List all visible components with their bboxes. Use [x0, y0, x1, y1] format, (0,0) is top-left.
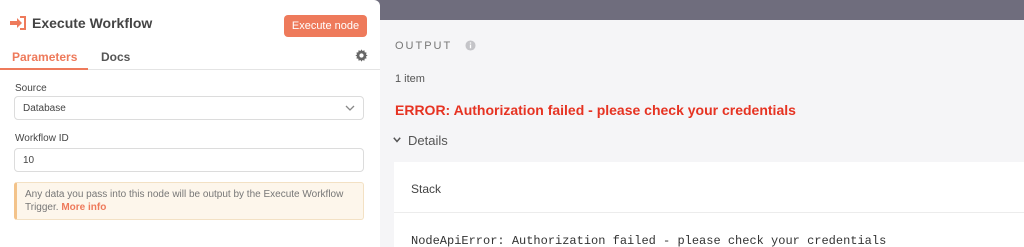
chevron-down-icon [345, 105, 355, 111]
active-tab-indicator [0, 68, 88, 70]
source-label: Source [15, 83, 47, 94]
more-info-link[interactable]: More info [61, 202, 106, 213]
divider [394, 212, 1024, 213]
info-circle-icon[interactable] [465, 40, 476, 51]
caret-down-icon [393, 137, 401, 143]
stack-title: Stack [411, 182, 442, 196]
info-notice: Any data you pass into this node will be… [14, 182, 364, 220]
tab-bar: Parameters Docs [0, 46, 380, 70]
source-value: Database [23, 103, 66, 114]
item-count: 1 item [395, 73, 425, 85]
error-message: ERROR: Authorization failed - please che… [395, 102, 796, 118]
output-title: OUTPUT [395, 40, 453, 52]
parameters-panel: Execute Workflow Execute node Parameters… [0, 0, 380, 247]
tab-parameters[interactable]: Parameters [12, 50, 77, 64]
stack-trace-text: NodeApiError: Authorization failed - ple… [411, 234, 887, 247]
execute-node-button[interactable]: Execute node [284, 15, 367, 37]
node-title: Execute Workflow [32, 15, 153, 31]
output-panel: OUTPUT 1 item ERROR: Authorization faile… [380, 20, 1024, 247]
stack-card: Stack NodeApiError: Authorization failed… [394, 162, 1024, 247]
workflow-id-label: Workflow ID [15, 133, 69, 144]
gear-icon[interactable] [355, 49, 368, 62]
details-label: Details [408, 133, 448, 148]
source-select[interactable]: Database [14, 96, 364, 120]
tab-docs[interactable]: Docs [101, 50, 130, 64]
node-header: Execute Workflow Execute node [0, 0, 380, 46]
sign-in-arrow-icon [10, 16, 26, 30]
workflow-id-input[interactable] [14, 148, 364, 172]
